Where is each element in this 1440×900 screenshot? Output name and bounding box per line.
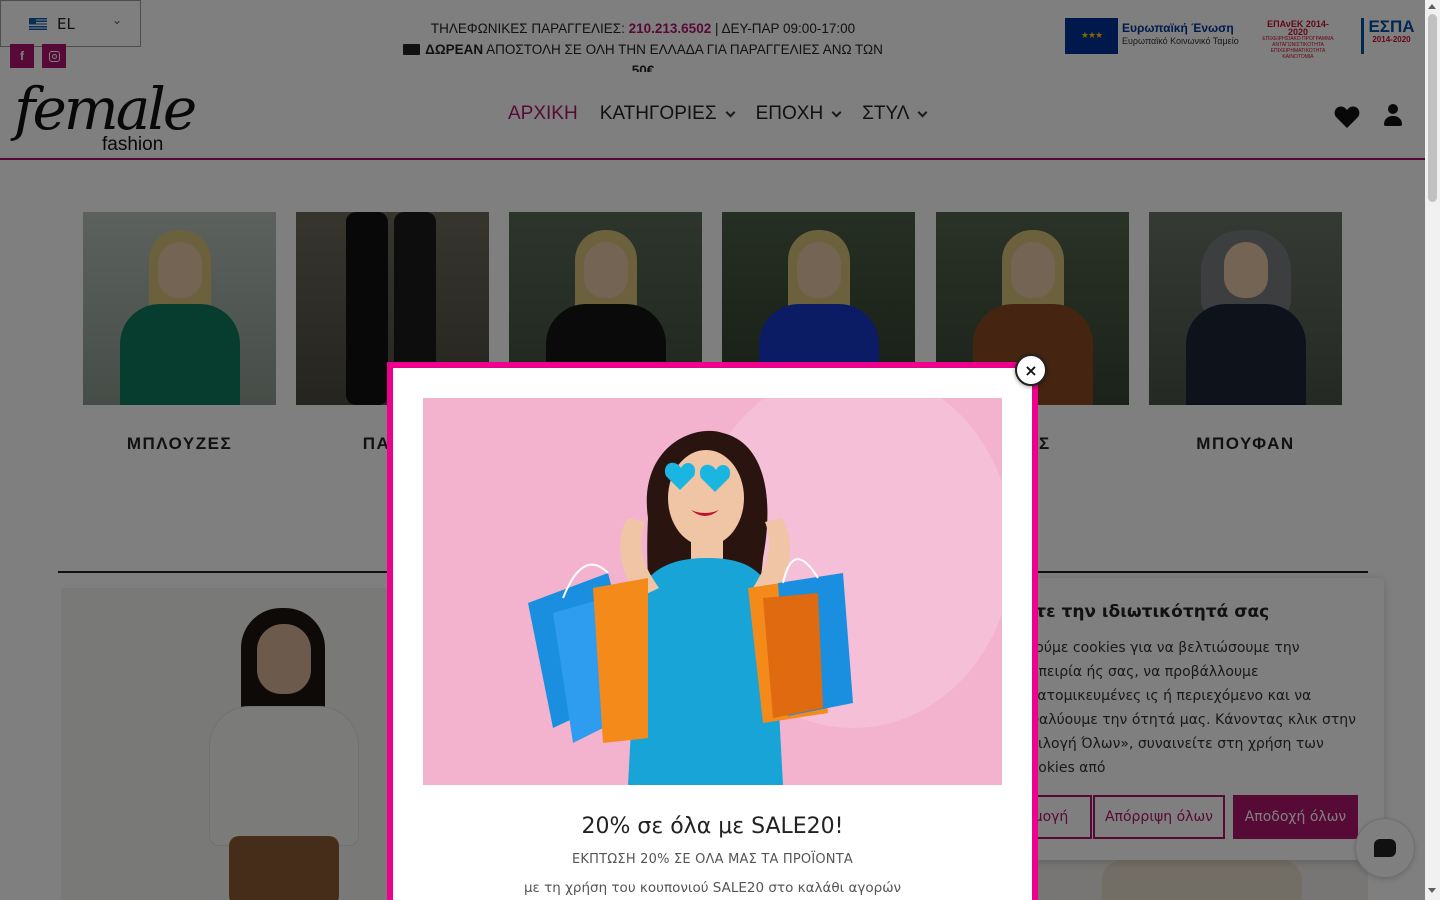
shopping-woman-illustration [423, 398, 1002, 785]
popup-coupon-note: με τη χρήση του κουπονιού SALE20 στο καλ… [523, 880, 902, 896]
popup-title: 20% σε όλα με SALE20! [581, 814, 844, 839]
scrollbar-thumb[interactable] [1428, 14, 1437, 202]
page-scrollbar[interactable] [1425, 0, 1440, 900]
close-icon: × [1024, 360, 1038, 380]
promo-image [423, 398, 1002, 785]
promo-popup: 20% σε όλα με SALE20! ΕΚΠΤΩΣΗ 20% ΣΕ ΟΛΑ… [387, 362, 1038, 900]
popup-subtitle: ΕΚΠΤΩΣΗ 20% ΣΕ ΟΛΑ ΜΑΣ ΤΑ ΠΡΟΪΟΝΤΑ [572, 852, 853, 867]
popup-close-button[interactable]: × [1015, 354, 1047, 386]
scroll-down-arrow-icon[interactable] [1428, 888, 1436, 893]
scroll-up-arrow-icon[interactable] [1428, 4, 1436, 9]
